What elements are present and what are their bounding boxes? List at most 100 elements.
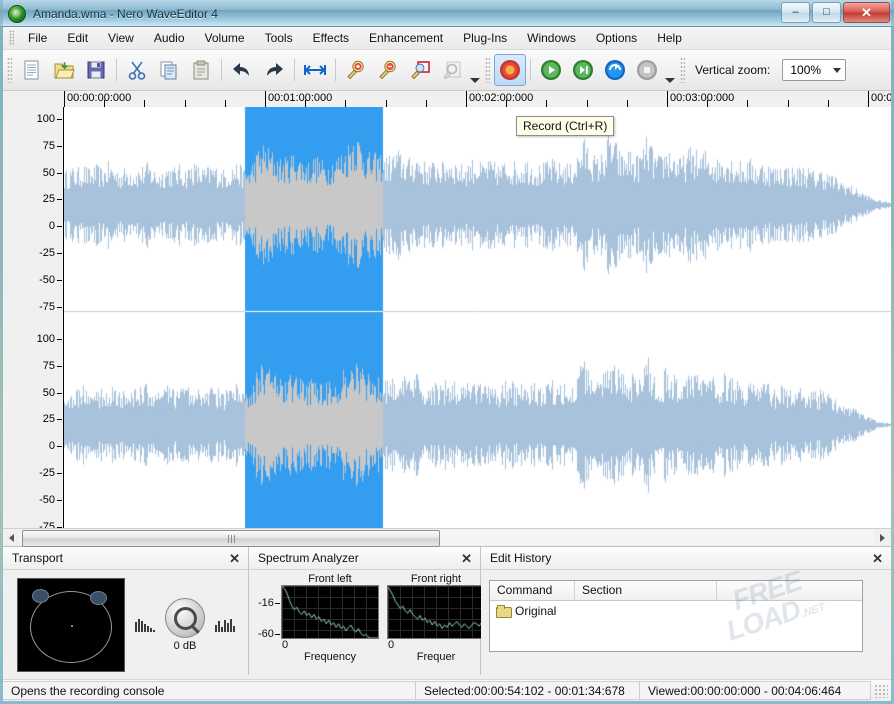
spectrum-y-bottom: -60 bbox=[258, 628, 274, 640]
amplitude-label: -25 bbox=[39, 247, 55, 259]
scrollbar-track[interactable] bbox=[20, 530, 874, 545]
bottom-dock: Transport ✕ 0 dB bbox=[3, 547, 891, 675]
scroll-left-icon[interactable] bbox=[3, 530, 20, 545]
toolbar-grip-zoom[interactable] bbox=[680, 57, 685, 83]
undo-icon[interactable] bbox=[226, 54, 258, 86]
history-close-icon[interactable]: ✕ bbox=[870, 552, 885, 565]
scroll-right-icon[interactable] bbox=[874, 530, 891, 545]
status-bar: Opens the recording console Selected:00:… bbox=[3, 679, 891, 701]
main-toolbar: Vertical zoom: 100% Record (Ctrl+R) bbox=[3, 50, 891, 91]
zoom-preview-icon[interactable] bbox=[436, 54, 468, 86]
toolbar-grip-transport[interactable] bbox=[485, 57, 490, 83]
amplitude-label: 50 bbox=[43, 167, 55, 179]
transport-panel-header: Transport ✕ bbox=[3, 547, 248, 570]
horizontal-scrollbar[interactable] bbox=[3, 528, 891, 546]
amplitude-label: 75 bbox=[43, 360, 55, 372]
input-level-meter-left bbox=[135, 618, 155, 632]
ruler-minor-tick bbox=[305, 100, 306, 107]
spectrum-right-label: Front right bbox=[387, 573, 485, 585]
menu-item-audio[interactable]: Audio bbox=[144, 28, 195, 48]
menu-item-plug-ins[interactable]: Plug-Ins bbox=[453, 28, 517, 48]
waveform-canvas[interactable] bbox=[64, 107, 891, 546]
spectrum-right-origin: 0 bbox=[387, 639, 485, 651]
history-column-section[interactable]: Section bbox=[575, 581, 717, 600]
record-tooltip: Record (Ctrl+R) bbox=[516, 116, 614, 136]
gain-knob[interactable] bbox=[165, 598, 205, 638]
menu-item-file[interactable]: File bbox=[18, 28, 57, 48]
wave-editor[interactable]: 00:00:00:00000:01:00:00000:02:00:00000:0… bbox=[3, 91, 891, 547]
transport-close-icon[interactable]: ✕ bbox=[227, 552, 242, 565]
ruler-minor-tick bbox=[506, 100, 507, 107]
spectrum-panel-title: Spectrum Analyzer bbox=[258, 551, 359, 565]
ruler-minor-tick bbox=[707, 100, 708, 107]
amplitude-label: -75 bbox=[39, 301, 55, 313]
application-window: Amanda.wma - Nero WaveEditor 4 – □ ✕ Fil… bbox=[0, 0, 894, 704]
spectrum-right-xlabel: Frequer bbox=[387, 651, 485, 663]
waveform-canvas-wrapper[interactable] bbox=[64, 107, 891, 546]
menu-item-windows[interactable]: Windows bbox=[517, 28, 586, 48]
menu-item-edit[interactable]: Edit bbox=[57, 28, 98, 48]
record-icon[interactable] bbox=[494, 54, 526, 86]
amplitude-label: 75 bbox=[43, 140, 55, 152]
client-area: File Edit View Audio Volume Tools Effect… bbox=[3, 27, 891, 701]
table-row[interactable]: Original bbox=[490, 601, 862, 621]
menu-item-view[interactable]: View bbox=[98, 28, 144, 48]
toolbar-overflow-chevron[interactable] bbox=[468, 53, 481, 87]
spectrum-close-icon[interactable]: ✕ bbox=[459, 552, 474, 565]
menu-item-tools[interactable]: Tools bbox=[255, 28, 303, 48]
menu-item-enhancement[interactable]: Enhancement bbox=[359, 28, 453, 48]
ruler-label: 00:02:00:000 bbox=[466, 92, 533, 104]
menu-grip[interactable] bbox=[9, 30, 14, 46]
zoom-full-icon[interactable] bbox=[299, 54, 331, 86]
scrollbar-grip bbox=[228, 535, 235, 543]
ruler-minor-tick bbox=[788, 100, 789, 107]
zoom-selection-icon[interactable] bbox=[404, 54, 436, 86]
toolbar-grip-file[interactable] bbox=[7, 57, 12, 83]
history-column-extra[interactable] bbox=[717, 581, 862, 600]
menu-item-volume[interactable]: Volume bbox=[195, 28, 255, 48]
redo-icon[interactable] bbox=[258, 54, 290, 86]
history-column-command[interactable]: Command bbox=[490, 581, 575, 600]
zoom-in-icon[interactable] bbox=[340, 54, 372, 86]
spectrum-panel-body: Front left 0 Frequency Front right bbox=[249, 570, 480, 663]
spectrum-panel-header: Spectrum Analyzer ✕ bbox=[249, 547, 480, 570]
vertical-zoom-select[interactable]: 100% bbox=[782, 59, 846, 81]
new-icon[interactable] bbox=[16, 54, 48, 86]
menu-item-options[interactable]: Options bbox=[586, 28, 647, 48]
input-level-meter-right bbox=[215, 618, 235, 632]
transport-overflow-chevron[interactable] bbox=[663, 53, 676, 87]
save-icon[interactable] bbox=[80, 54, 112, 86]
status-selected: Selected:00:00:54:102 - 00:01:34:678 bbox=[415, 681, 639, 700]
toolbar-separator bbox=[530, 59, 531, 81]
ruler-minor-tick bbox=[747, 100, 748, 107]
zoom-out-icon[interactable] bbox=[372, 54, 404, 86]
loop-icon[interactable] bbox=[599, 54, 631, 86]
ruler-minor-tick bbox=[185, 100, 186, 107]
scrollbar-thumb[interactable] bbox=[22, 530, 440, 547]
vertical-zoom-value: 100% bbox=[790, 63, 821, 77]
oscilloscope-blip-left bbox=[32, 589, 49, 603]
transport-panel: Transport ✕ 0 dB bbox=[3, 547, 249, 675]
menu-item-effects[interactable]: Effects bbox=[303, 28, 359, 48]
amplitude-label: 25 bbox=[43, 413, 55, 425]
history-row-command: Original bbox=[515, 604, 556, 618]
stop-icon[interactable] bbox=[631, 54, 663, 86]
history-table[interactable]: Command Section Original bbox=[489, 580, 863, 652]
copy-icon[interactable] bbox=[153, 54, 185, 86]
resize-grip[interactable] bbox=[874, 684, 888, 698]
spectrum-right-plot bbox=[387, 585, 485, 639]
status-viewed: Viewed:00:00:00:000 - 00:04:06:464 bbox=[639, 681, 871, 700]
ruler-minor-tick bbox=[225, 100, 226, 107]
ruler-minor-tick bbox=[587, 100, 588, 107]
time-ruler[interactable]: 00:00:00:00000:01:00:00000:02:00:00000:0… bbox=[3, 91, 891, 108]
paste-icon[interactable] bbox=[185, 54, 217, 86]
ruler-minor-tick bbox=[144, 100, 145, 107]
cut-icon[interactable] bbox=[121, 54, 153, 86]
open-icon[interactable] bbox=[48, 54, 80, 86]
menu-item-help[interactable]: Help bbox=[647, 28, 692, 48]
play-selection-icon[interactable] bbox=[567, 54, 599, 86]
toolbar-separator bbox=[221, 59, 222, 81]
transport-panel-body: 0 dB bbox=[3, 570, 248, 680]
ruler-minor-tick bbox=[345, 100, 346, 107]
play-icon[interactable] bbox=[535, 54, 567, 86]
